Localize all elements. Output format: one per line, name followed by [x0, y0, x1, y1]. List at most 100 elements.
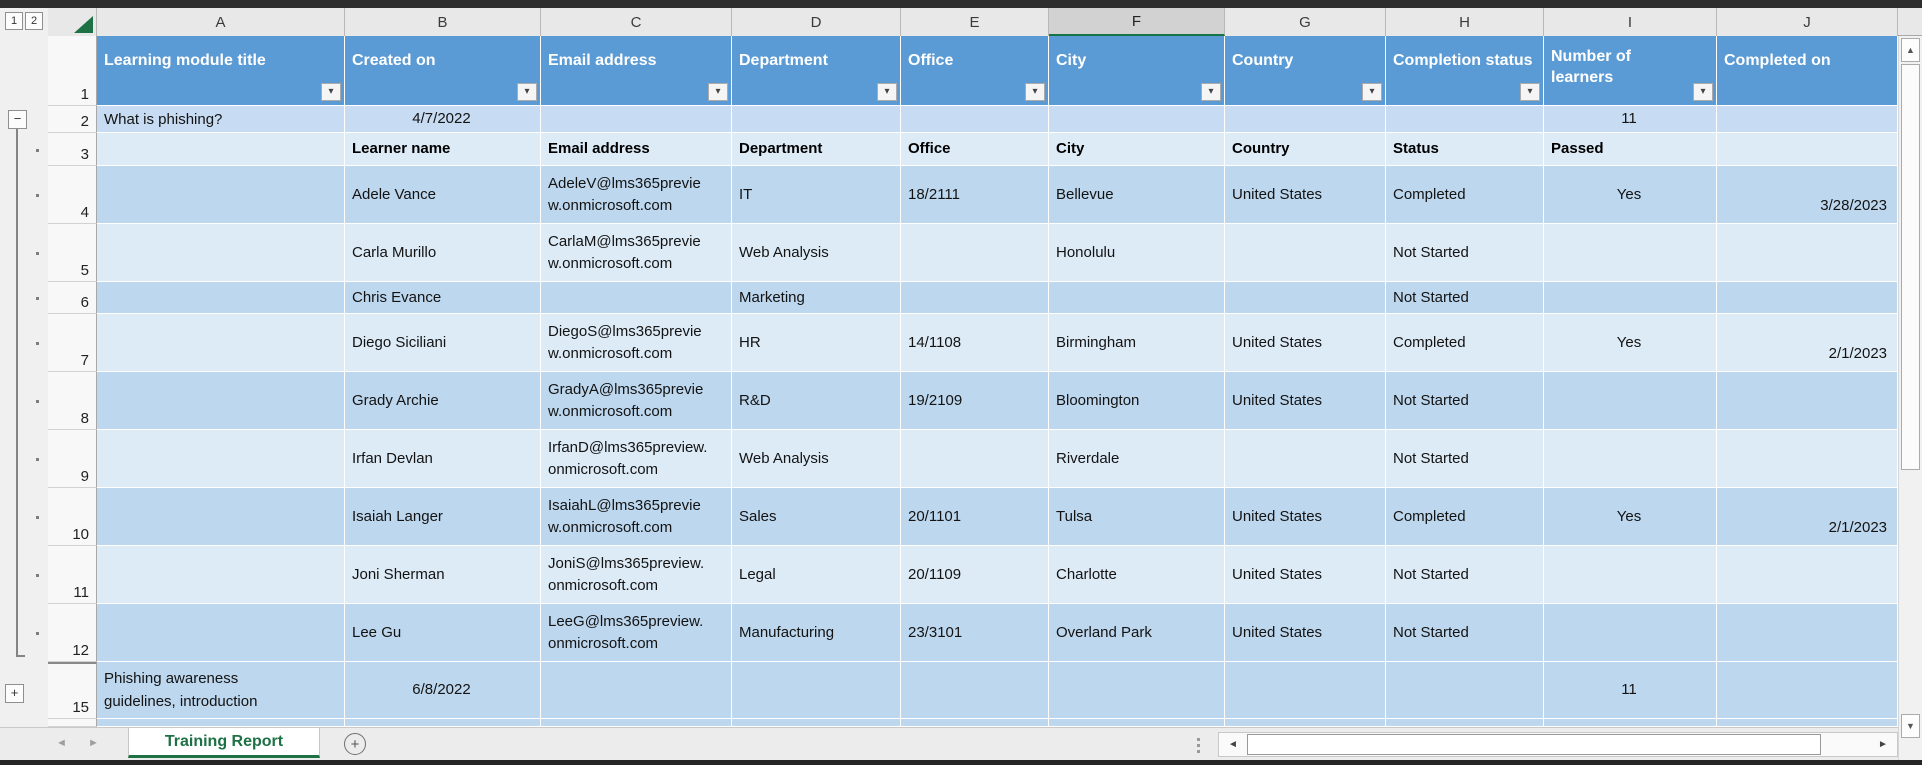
row-header-6[interactable]: 6 — [48, 282, 97, 314]
cell-D6[interactable]: Marketing — [732, 282, 901, 314]
sheet-nav-next-button[interactable]: ► — [88, 737, 99, 749]
cell-A15[interactable]: Phishing awareness guidelines, introduct… — [97, 662, 345, 719]
cell-G11[interactable]: United States — [1225, 546, 1386, 604]
cell-J12[interactable] — [1717, 604, 1898, 662]
filter-button-F[interactable]: ▾ — [1201, 83, 1221, 101]
row-header-9[interactable]: 9 — [48, 430, 97, 488]
cell-E3[interactable]: Office — [901, 133, 1049, 166]
cell-G15[interactable] — [1225, 662, 1386, 719]
row-header-3[interactable]: 3 — [48, 133, 97, 166]
filter-button-G[interactable]: ▾ — [1362, 83, 1382, 101]
column-header-F[interactable]: F — [1049, 8, 1225, 36]
cell-J9[interactable] — [1717, 430, 1898, 488]
horizontal-scrollbar[interactable]: ◄ ► — [1218, 732, 1898, 757]
cell-I12[interactable] — [1544, 604, 1717, 662]
outline-level-1-button[interactable]: 1 — [5, 12, 23, 30]
cell-H2[interactable] — [1386, 106, 1544, 133]
cell-D7[interactable]: HR — [732, 314, 901, 372]
cell-A6[interactable] — [97, 282, 345, 314]
cell-G10[interactable]: United States — [1225, 488, 1386, 546]
cell-J5[interactable] — [1717, 224, 1898, 282]
cell-E7[interactable]: 14/1108 — [901, 314, 1049, 372]
cell-D2[interactable] — [732, 106, 901, 133]
row-header-15[interactable]: 15 — [48, 662, 97, 719]
cell-C1[interactable]: Email address▾ — [541, 36, 732, 106]
cell-A-partial[interactable] — [97, 719, 345, 727]
cell-C12[interactable]: LeeG@lms365preview.onmicrosoft.com — [541, 604, 732, 662]
cell-J-partial[interactable] — [1717, 719, 1898, 727]
cell-B5[interactable]: Carla Murillo — [345, 224, 541, 282]
cell-E6[interactable] — [901, 282, 1049, 314]
cell-H12[interactable]: Not Started — [1386, 604, 1544, 662]
cell-E2[interactable] — [901, 106, 1049, 133]
cell-J10[interactable]: 2/1/2023 — [1717, 488, 1898, 546]
cell-G6[interactable] — [1225, 282, 1386, 314]
cell-J8[interactable] — [1717, 372, 1898, 430]
filter-button-I[interactable]: ▾ — [1693, 83, 1713, 101]
cell-D-partial[interactable] — [732, 719, 901, 727]
cell-C3[interactable]: Email address — [541, 133, 732, 166]
cell-J4[interactable]: 3/28/2023 — [1717, 166, 1898, 224]
cell-F9[interactable]: Riverdale — [1049, 430, 1225, 488]
cell-H9[interactable]: Not Started — [1386, 430, 1544, 488]
column-header-E[interactable]: E — [901, 8, 1049, 36]
cell-C15[interactable] — [541, 662, 732, 719]
cell-G3[interactable]: Country — [1225, 133, 1386, 166]
cell-H4[interactable]: Completed — [1386, 166, 1544, 224]
cell-F1[interactable]: City▾ — [1049, 36, 1225, 106]
cell-A5[interactable] — [97, 224, 345, 282]
cell-A3[interactable] — [97, 133, 345, 166]
cell-D15[interactable] — [732, 662, 901, 719]
cell-B8[interactable]: Grady Archie — [345, 372, 541, 430]
cell-B1[interactable]: Created on▾ — [345, 36, 541, 106]
row-header-1[interactable]: 1 — [48, 36, 97, 106]
cell-C5[interactable]: CarlaM@lms365preview.onmicrosoft.com — [541, 224, 732, 282]
cell-E11[interactable]: 20/1109 — [901, 546, 1049, 604]
cell-D8[interactable]: R&D — [732, 372, 901, 430]
cell-B12[interactable]: Lee Gu — [345, 604, 541, 662]
cell-B7[interactable]: Diego Siciliani — [345, 314, 541, 372]
cell-J1[interactable]: Completed on — [1717, 36, 1898, 106]
cell-F2[interactable] — [1049, 106, 1225, 133]
cell-D5[interactable]: Web Analysis — [732, 224, 901, 282]
cell-F4[interactable]: Bellevue — [1049, 166, 1225, 224]
cell-A7[interactable] — [97, 314, 345, 372]
cell-F-partial[interactable] — [1049, 719, 1225, 727]
cell-E8[interactable]: 19/2109 — [901, 372, 1049, 430]
cell-E5[interactable] — [901, 224, 1049, 282]
cell-D11[interactable]: Legal — [732, 546, 901, 604]
cell-I-partial[interactable] — [1544, 719, 1717, 727]
column-header-B[interactable]: B — [345, 8, 541, 36]
cell-F12[interactable]: Overland Park — [1049, 604, 1225, 662]
cell-J3[interactable] — [1717, 133, 1898, 166]
scroll-down-button[interactable]: ▼ — [1901, 714, 1920, 738]
vertical-scroll-thumb[interactable] — [1901, 64, 1920, 470]
cell-B11[interactable]: Joni Sherman — [345, 546, 541, 604]
filter-button-H[interactable]: ▾ — [1520, 83, 1540, 101]
cell-B-partial[interactable] — [345, 719, 541, 727]
cell-D4[interactable]: IT — [732, 166, 901, 224]
row-header-8[interactable]: 8 — [48, 372, 97, 430]
row-header-5[interactable]: 5 — [48, 224, 97, 282]
cell-C7[interactable]: DiegoS@lms365preview.onmicrosoft.com — [541, 314, 732, 372]
cell-G12[interactable]: United States — [1225, 604, 1386, 662]
cell-H5[interactable]: Not Started — [1386, 224, 1544, 282]
vertical-scrollbar[interactable]: ▲ ▼ — [1898, 36, 1922, 760]
cell-E1[interactable]: Office▾ — [901, 36, 1049, 106]
cell-E9[interactable] — [901, 430, 1049, 488]
cell-F10[interactable]: Tulsa — [1049, 488, 1225, 546]
column-header-J[interactable]: J — [1717, 8, 1898, 36]
cell-I1[interactable]: Number of learners▾ — [1544, 36, 1717, 106]
cell-C9[interactable]: IrfanD@lms365preview.onmicrosoft.com — [541, 430, 732, 488]
column-header-I[interactable]: I — [1544, 8, 1717, 36]
scroll-left-button[interactable]: ◄ — [1220, 734, 1246, 755]
cell-G2[interactable] — [1225, 106, 1386, 133]
column-header-A[interactable]: A — [97, 8, 345, 36]
filter-button-B[interactable]: ▾ — [517, 83, 537, 101]
add-sheet-button[interactable]: + — [344, 733, 366, 755]
cell-I10[interactable]: Yes — [1544, 488, 1717, 546]
cell-H1[interactable]: Completion status▾ — [1386, 36, 1544, 106]
cell-G9[interactable] — [1225, 430, 1386, 488]
cell-E-partial[interactable] — [901, 719, 1049, 727]
row-header-2[interactable]: 2 — [48, 106, 97, 133]
